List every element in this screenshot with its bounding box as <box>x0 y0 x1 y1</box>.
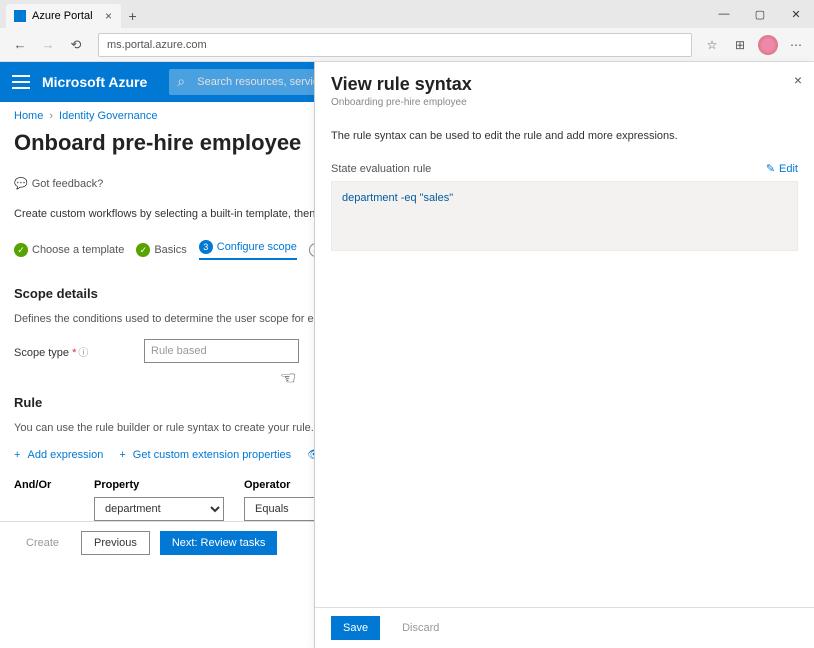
next-button[interactable]: Next: Review tasks <box>160 531 278 555</box>
address-bar: ← → ⟲ ☆ ⊞ ⋯ <box>0 28 814 62</box>
forward-button[interactable]: → <box>36 33 60 57</box>
previous-button[interactable]: Previous <box>81 531 150 555</box>
extensions-icon[interactable]: ⊞ <box>730 35 750 55</box>
tab-title: Azure Portal <box>32 10 93 22</box>
edit-rule-button[interactable]: Edit <box>766 162 798 175</box>
rule-syntax-box: department -eq "sales" <box>331 181 798 251</box>
discard-button[interactable]: Discard <box>390 616 451 640</box>
step-basics[interactable]: Basics <box>136 243 186 257</box>
panel-description: The rule syntax can be used to edit the … <box>331 130 798 142</box>
crumb-home[interactable]: Home <box>14 110 43 122</box>
col-property: Property <box>94 479 234 491</box>
browser-avatar[interactable] <box>758 35 778 55</box>
info-icon[interactable]: ⓘ <box>78 348 88 359</box>
new-tab-button[interactable]: + <box>121 4 145 28</box>
browser-menu-icon[interactable]: ⋯ <box>786 35 806 55</box>
menu-icon[interactable] <box>12 75 30 89</box>
crumb-identity[interactable]: Identity Governance <box>59 110 157 122</box>
refresh-button[interactable]: ⟲ <box>64 33 88 57</box>
minimize-button[interactable]: — <box>706 0 742 28</box>
save-button[interactable]: Save <box>331 616 380 640</box>
get-extension-button[interactable]: + Get custom extension properties <box>119 448 291 461</box>
create-button: Create <box>14 531 71 555</box>
back-button[interactable]: ← <box>8 33 32 57</box>
step-configure-scope[interactable]: 3Configure scope <box>199 240 297 260</box>
url-input[interactable] <box>98 33 692 57</box>
maximize-button[interactable]: ▢ <box>742 0 778 28</box>
add-expression-button[interactable]: + Add expression <box>14 448 103 461</box>
close-window-button[interactable]: ✕ <box>778 0 814 28</box>
browser-tab[interactable]: Azure Portal × <box>6 4 121 28</box>
close-panel-button[interactable]: × <box>794 72 802 88</box>
browser-tabstrip: Azure Portal × + — ▢ ✕ <box>0 0 814 28</box>
brand: Microsoft Azure <box>42 74 147 90</box>
panel-title: View rule syntax <box>331 74 798 95</box>
feedback-link[interactable]: Got feedback? <box>14 177 103 190</box>
eval-label: State evaluation rule <box>331 163 431 175</box>
col-andor: And/Or <box>14 479 84 491</box>
close-tab-icon[interactable]: × <box>103 10 115 22</box>
rule-syntax-panel: × View rule syntax Onboarding pre-hire e… <box>314 62 814 648</box>
star-icon[interactable]: ☆ <box>702 35 722 55</box>
property-select[interactable]: department <box>94 497 224 521</box>
favicon <box>14 10 26 22</box>
scope-type-label: Scope type *ⓘ <box>14 344 144 359</box>
window-controls: — ▢ ✕ <box>706 0 814 28</box>
panel-subtitle: Onboarding pre-hire employee <box>331 97 798 108</box>
step-template[interactable]: Choose a template <box>14 243 124 257</box>
scope-type-input <box>144 339 299 363</box>
